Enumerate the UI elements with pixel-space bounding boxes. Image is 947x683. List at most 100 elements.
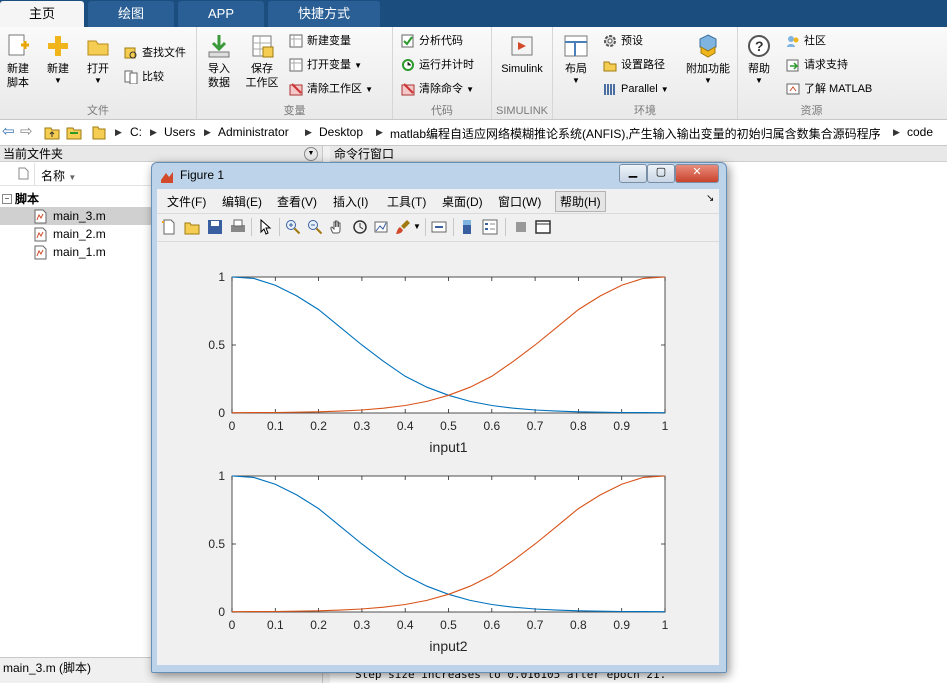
help-button[interactable]: ? 帮助 ▼ [744,33,774,85]
clear-commands-button[interactable]: 清除命令 ▼ [401,79,474,99]
analyze-code-button[interactable]: 分析代码 [401,31,463,51]
ribbon: 新建 脚本 新建 ▼ 打开 ▼ 查找文件 比较 文件 导入 数据 保存 工作区 … [0,27,947,120]
request-support-button[interactable]: 请求支持 [786,55,848,75]
hide-plot-tools-icon[interactable] [513,219,529,235]
analyze-code-label: 分析代码 [419,35,463,47]
link-plot-icon[interactable] [431,219,447,235]
colorbar-icon[interactable] [459,219,475,235]
pan-hand-icon[interactable] [329,219,345,235]
breadcrumb-desktop[interactable]: Desktop [319,125,363,139]
clear-workspace-button[interactable]: 清除工作区 ▼ [289,79,373,99]
breadcrumb-project-folder[interactable]: matlab编程自适应网络模糊推论系统(ANFIS),产生输入输出变量的初始归属… [390,125,892,142]
breadcrumb-users[interactable]: Users [164,125,195,139]
x-tick-label: 0 [229,419,236,433]
learn-matlab-icon [786,82,800,96]
save-workspace-icon [249,33,275,59]
layout-button[interactable]: 布局 ▼ [559,33,593,85]
brush-icon[interactable] [395,219,411,235]
column-name-header[interactable]: 名称 ▼ [41,167,76,184]
tab-home[interactable]: 主页 [0,1,84,27]
community-button[interactable]: 社区 [786,31,826,51]
parallel-button[interactable]: Parallel ▼ [603,79,669,99]
m-file-icon [34,245,47,265]
menu-window[interactable]: 窗口(W) [498,193,541,210]
x-tick-label: 0.1 [267,419,284,433]
addons-button[interactable]: 附加功能 ▼ [683,33,733,85]
save-icon[interactable] [207,219,223,235]
current-folder-title: 当前文件夹 [0,146,322,162]
maximize-button[interactable]: ▢ [647,164,675,183]
figure-window[interactable]: Figure 1 ▁ ▢ ✕ 文件(F) 编辑(E) 查看(V) 插入(I) 工… [151,162,727,673]
open-variable-button[interactable]: 打开变量 ▼ [289,55,362,75]
set-path-button[interactable]: 设置路径 [603,55,665,75]
save-workspace-button[interactable]: 保存 工作区 [243,33,281,90]
clear-commands-label: 清除命令 [419,83,463,95]
simulink-button[interactable]: Simulink [496,33,548,76]
compare-label: 比较 [142,71,164,83]
tab-shortcuts[interactable]: 快捷方式 [268,1,380,27]
panel-options-icon[interactable]: ▼ [304,147,318,161]
figure-toolbar: ▼ [157,213,719,242]
find-files-button[interactable]: 查找文件 [124,43,186,63]
forward-icon[interactable]: ⇨ [20,122,33,140]
set-path-icon [603,58,617,72]
group-label-file: 文件 [87,105,109,117]
open-button[interactable]: 打开 ▼ [82,33,114,85]
up-folder-icon[interactable] [44,124,60,143]
breadcrumb-c[interactable]: C: [130,125,142,139]
figure-titlebar[interactable]: Figure 1 ▁ ▢ ✕ [152,163,726,189]
new-variable-button[interactable]: 新建变量 [289,31,351,51]
menu-file[interactable]: 文件(F) [167,193,206,210]
tab-plots[interactable]: 绘图 [88,1,174,27]
legend-icon[interactable] [482,219,498,235]
x-tick-label: 0.7 [527,419,544,433]
preferences-button[interactable]: 预设 [603,31,643,51]
menu-insert[interactable]: 插入(I) [333,193,368,210]
y-tick-label: 0 [218,605,225,619]
new-button[interactable]: 新建 ▼ [42,33,74,85]
x-tick-label: 0 [229,618,236,632]
open-file-icon[interactable] [184,219,200,235]
menu-desktop[interactable]: 桌面(D) [442,193,483,210]
menu-help[interactable]: 帮助(H) [555,191,606,212]
pointer-icon[interactable] [257,218,273,235]
browse-folder-icon[interactable] [66,124,82,143]
collapse-icon[interactable]: − [2,194,12,204]
new-figure-icon[interactable] [161,219,177,235]
chevron-down-icon[interactable]: ▼ [413,222,421,231]
dock-icon[interactable]: ↘ [706,193,714,204]
import-data-button[interactable]: 导入 数据 [202,33,236,90]
new-script-button[interactable]: 新建 脚本 [2,33,34,90]
back-icon[interactable]: ⇦ [2,122,15,140]
figure-plot-area[interactable]: 0 0.1 0.2 0.3 0.4 0.5 0.6 0.7 0.8 0.9 1 0 0.5 1 input1… [157,242,719,665]
x-tick-label: 0.1 [267,618,284,632]
close-button[interactable]: ✕ [675,164,719,183]
figure-canvas[interactable]: 0 0.1 0.2 0.3 0.4 0.5 0.6 0.7 0.8 0.9 1 0 0.5 1 input1… [157,242,719,665]
ribbon-group-environment: 布局 ▼ 预设 设置路径 Parallel ▼ 附加功能 ▼ 环境 [553,27,738,119]
menu-edit[interactable]: 编辑(E) [222,193,262,210]
new-script-label: 新建 脚本 [7,63,29,89]
menu-view[interactable]: 查看(V) [277,193,317,210]
x-tick-label: 0.9 [613,618,630,632]
zoom-in-icon[interactable] [285,219,301,235]
zoom-out-icon[interactable] [307,219,323,235]
x-tick-label: 0.8 [570,618,587,632]
save-workspace-label: 保存 工作区 [245,63,279,89]
menu-tools[interactable]: 工具(T) [387,193,426,210]
file-name: main_2.m [53,227,106,241]
data-cursor-icon[interactable] [374,219,390,235]
breadcrumb-administrator[interactable]: Administrator [218,125,289,139]
rotate-3d-icon[interactable] [352,219,368,235]
run-and-time-button[interactable]: 运行并计时 [401,55,474,75]
print-icon[interactable] [230,219,246,235]
clear-workspace-label: 清除工作区 [307,83,362,95]
minimize-button[interactable]: ▁ [619,164,647,183]
find-files-label: 查找文件 [142,47,186,59]
x-tick-label: 0.6 [483,419,500,433]
x-tick-label: 0.2 [310,419,327,433]
breadcrumb-code[interactable]: code [907,125,933,139]
tab-apps[interactable]: APP [178,1,264,27]
learn-matlab-button[interactable]: 了解 MATLAB [786,79,872,99]
compare-button[interactable]: 比较 [124,67,164,87]
show-plot-tools-icon[interactable] [535,219,551,235]
